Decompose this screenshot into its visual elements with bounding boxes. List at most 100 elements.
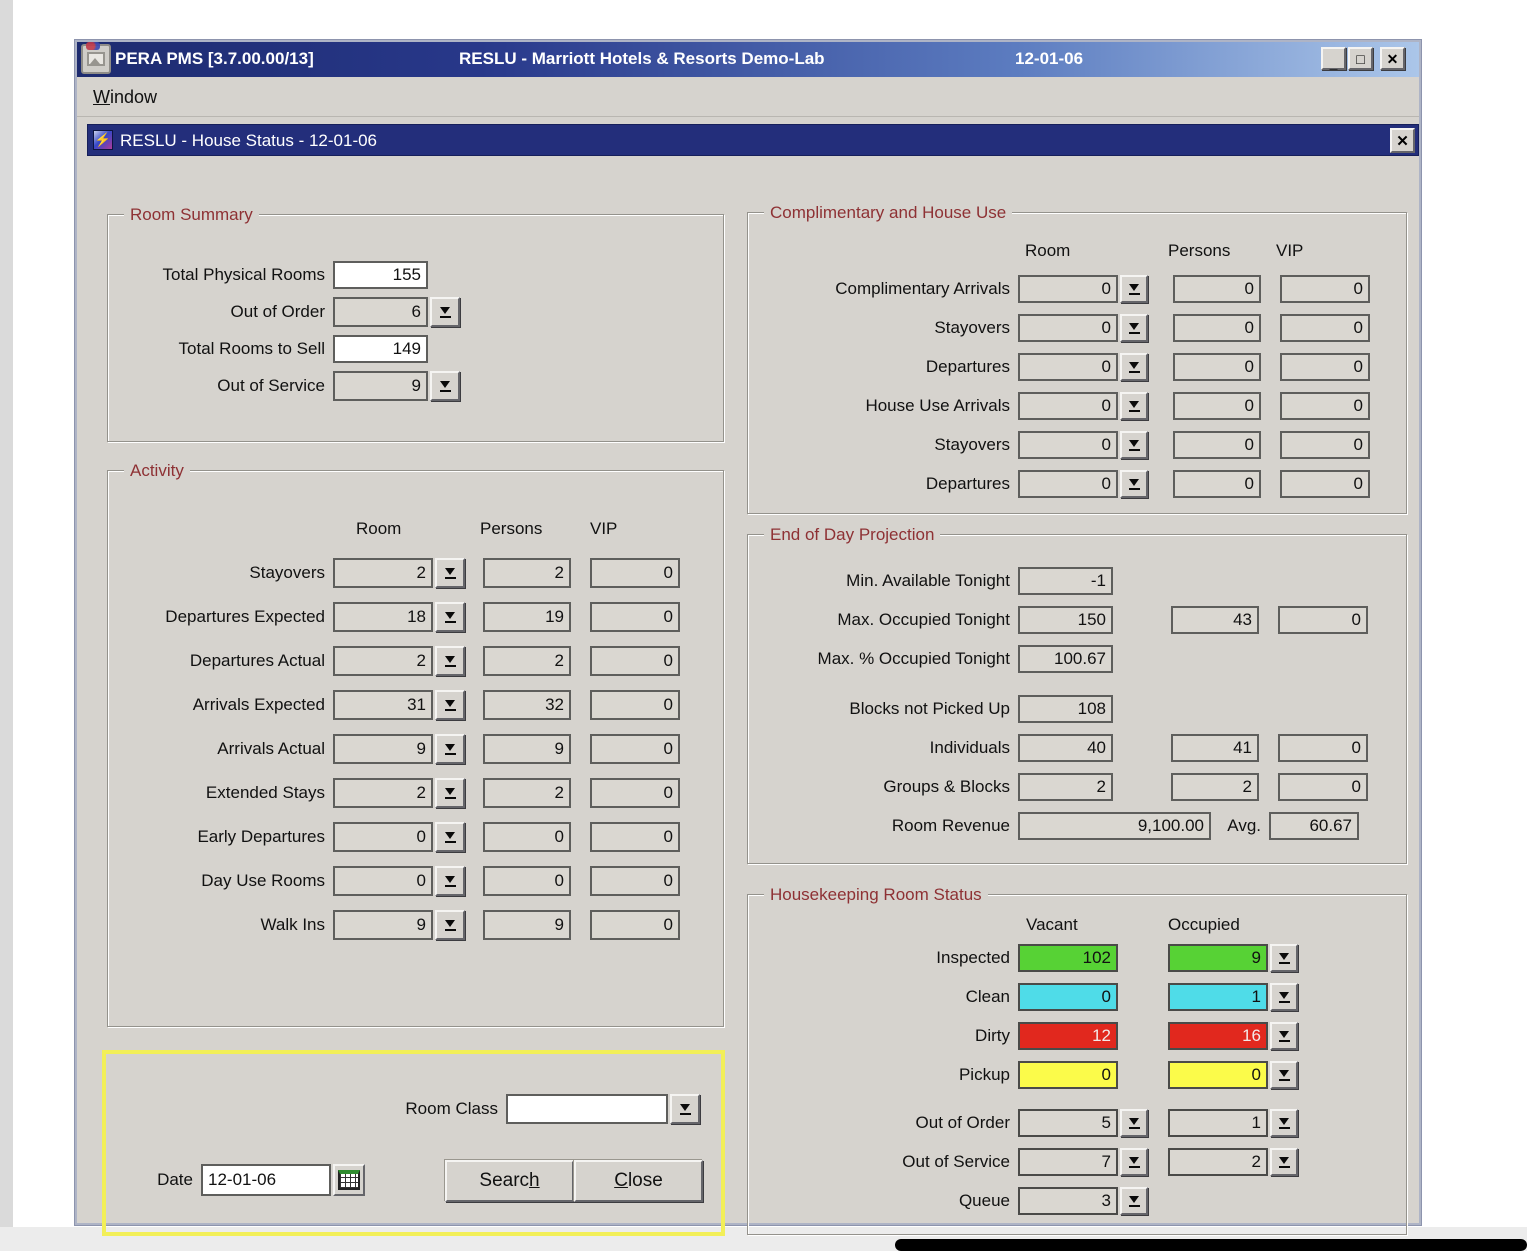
room-field[interactable]: 0 xyxy=(1018,353,1118,381)
room-field[interactable]: 31 xyxy=(333,690,433,720)
room-field[interactable]: 0 xyxy=(1018,431,1118,459)
max-occupied-persons-field[interactable]: 43 xyxy=(1171,606,1259,634)
groups-blocks-vip-field[interactable]: 0 xyxy=(1278,773,1368,801)
minimize-button[interactable]: _ xyxy=(1321,47,1346,70)
room-class-field[interactable] xyxy=(506,1094,668,1124)
lov-dropdown-button[interactable] xyxy=(435,822,465,852)
blocks-not-picked-up-field[interactable]: 108 xyxy=(1018,695,1113,723)
vip-field[interactable]: 0 xyxy=(1280,314,1370,342)
vip-field[interactable]: 0 xyxy=(590,822,680,852)
lov-dropdown-button[interactable] xyxy=(1120,431,1148,459)
persons-field[interactable]: 0 xyxy=(483,822,571,852)
room-field[interactable]: 0 xyxy=(333,822,433,852)
lov-dropdown-button[interactable] xyxy=(435,866,465,896)
vip-field[interactable]: 0 xyxy=(1280,353,1370,381)
individuals-persons-field[interactable]: 41 xyxy=(1171,734,1259,762)
lov-dropdown-button[interactable] xyxy=(1270,1022,1298,1050)
lov-dropdown-button[interactable] xyxy=(1120,470,1148,498)
vip-field[interactable]: 0 xyxy=(590,866,680,896)
lov-dropdown-button[interactable] xyxy=(435,602,465,632)
lov-dropdown-button[interactable] xyxy=(435,910,465,940)
room-field[interactable]: 2 xyxy=(333,778,433,808)
min-available-field[interactable]: -1 xyxy=(1018,567,1113,595)
date-field[interactable]: 12-01-06 xyxy=(201,1164,331,1196)
total-physical-rooms-field[interactable]: 155 xyxy=(333,261,428,289)
room-field[interactable]: 18 xyxy=(333,602,433,632)
vip-field[interactable]: 0 xyxy=(590,646,680,676)
pickup-vacant-field[interactable]: 0 xyxy=(1018,1061,1118,1089)
lov-dropdown-button[interactable] xyxy=(1270,944,1298,972)
room-field[interactable]: 2 xyxy=(333,558,433,588)
individuals-vip-field[interactable]: 0 xyxy=(1278,734,1368,762)
room-field[interactable]: 0 xyxy=(1018,275,1118,303)
lov-dropdown-button[interactable] xyxy=(435,690,465,720)
room-field[interactable]: 0 xyxy=(333,866,433,896)
lov-dropdown-button[interactable] xyxy=(1120,1109,1148,1137)
persons-field[interactable]: 2 xyxy=(483,646,571,676)
child-window-titlebar[interactable]: ⚡ RESLU - House Status - 12-01-06 ✕ xyxy=(87,124,1419,156)
inspected-vacant-field[interactable]: 102 xyxy=(1018,944,1118,972)
vip-field[interactable]: 0 xyxy=(590,602,680,632)
close-form-button[interactable]: Close xyxy=(574,1160,703,1202)
out-of-service-occupied-field[interactable]: 2 xyxy=(1168,1148,1268,1176)
groups-blocks-persons-field[interactable]: 2 xyxy=(1171,773,1259,801)
avg-rate-field[interactable]: 60.67 xyxy=(1269,812,1359,840)
vip-field[interactable]: 0 xyxy=(590,910,680,940)
clean-vacant-field[interactable]: 0 xyxy=(1018,983,1118,1011)
vip-field[interactable]: 0 xyxy=(1280,470,1370,498)
max-occupied-vip-field[interactable]: 0 xyxy=(1278,606,1368,634)
out-of-service-field[interactable]: 9 xyxy=(333,371,428,401)
child-close-button[interactable]: ✕ xyxy=(1390,128,1415,153)
lov-dropdown-button[interactable] xyxy=(1120,314,1148,342)
lov-dropdown-button[interactable] xyxy=(1120,353,1148,381)
room-field[interactable]: 0 xyxy=(1018,470,1118,498)
vip-field[interactable]: 0 xyxy=(1280,431,1370,459)
lov-dropdown-button[interactable] xyxy=(1270,983,1298,1011)
vip-field[interactable]: 0 xyxy=(590,778,680,808)
persons-field[interactable]: 0 xyxy=(483,866,571,896)
persons-field[interactable]: 2 xyxy=(483,558,571,588)
persons-field[interactable]: 0 xyxy=(1173,470,1261,498)
room-field[interactable]: 2 xyxy=(333,646,433,676)
close-button[interactable]: ✕ xyxy=(1380,47,1405,70)
persons-field[interactable]: 0 xyxy=(1173,314,1261,342)
room-revenue-field[interactable]: 9,100.00 xyxy=(1018,812,1211,840)
lov-dropdown-button[interactable] xyxy=(430,371,460,401)
search-button[interactable]: Search xyxy=(445,1160,574,1202)
individuals-room-field[interactable]: 40 xyxy=(1018,734,1113,762)
queue-field[interactable]: 3 xyxy=(1018,1187,1118,1215)
persons-field[interactable]: 0 xyxy=(1173,275,1261,303)
groups-blocks-room-field[interactable]: 2 xyxy=(1018,773,1113,801)
lov-dropdown-button[interactable] xyxy=(435,778,465,808)
lov-dropdown-button[interactable] xyxy=(1120,1148,1148,1176)
out-of-order-occupied-field[interactable]: 1 xyxy=(1168,1109,1268,1137)
lov-dropdown-button[interactable] xyxy=(1120,1187,1148,1215)
lov-dropdown-button[interactable] xyxy=(435,558,465,588)
lov-dropdown-button[interactable] xyxy=(1120,275,1148,303)
persons-field[interactable]: 0 xyxy=(1173,431,1261,459)
lov-dropdown-button[interactable] xyxy=(1270,1148,1298,1176)
pickup-occupied-field[interactable]: 0 xyxy=(1168,1061,1268,1089)
max-pct-occupied-field[interactable]: 100.67 xyxy=(1018,645,1113,673)
lov-dropdown-button[interactable] xyxy=(1120,392,1148,420)
vip-field[interactable]: 0 xyxy=(590,690,680,720)
menu-item-window[interactable]: Window xyxy=(87,85,163,110)
lov-dropdown-button[interactable] xyxy=(1270,1061,1298,1089)
dirty-occupied-field[interactable]: 16 xyxy=(1168,1022,1268,1050)
dirty-vacant-field[interactable]: 12 xyxy=(1018,1022,1118,1050)
max-occupied-room-field[interactable]: 150 xyxy=(1018,606,1113,634)
persons-field[interactable]: 19 xyxy=(483,602,571,632)
room-field[interactable]: 9 xyxy=(333,734,433,764)
maximize-button[interactable]: □ xyxy=(1348,47,1373,70)
vip-field[interactable]: 0 xyxy=(1280,392,1370,420)
vip-field[interactable]: 0 xyxy=(590,558,680,588)
room-field[interactable]: 0 xyxy=(1018,314,1118,342)
persons-field[interactable]: 2 xyxy=(483,778,571,808)
total-rooms-to-sell-field[interactable]: 149 xyxy=(333,335,428,363)
lov-dropdown-button[interactable] xyxy=(435,734,465,764)
out-of-order-field[interactable]: 6 xyxy=(333,297,428,327)
inspected-occupied-field[interactable]: 9 xyxy=(1168,944,1268,972)
room-field[interactable]: 9 xyxy=(333,910,433,940)
persons-field[interactable]: 9 xyxy=(483,734,571,764)
persons-field[interactable]: 32 xyxy=(483,690,571,720)
